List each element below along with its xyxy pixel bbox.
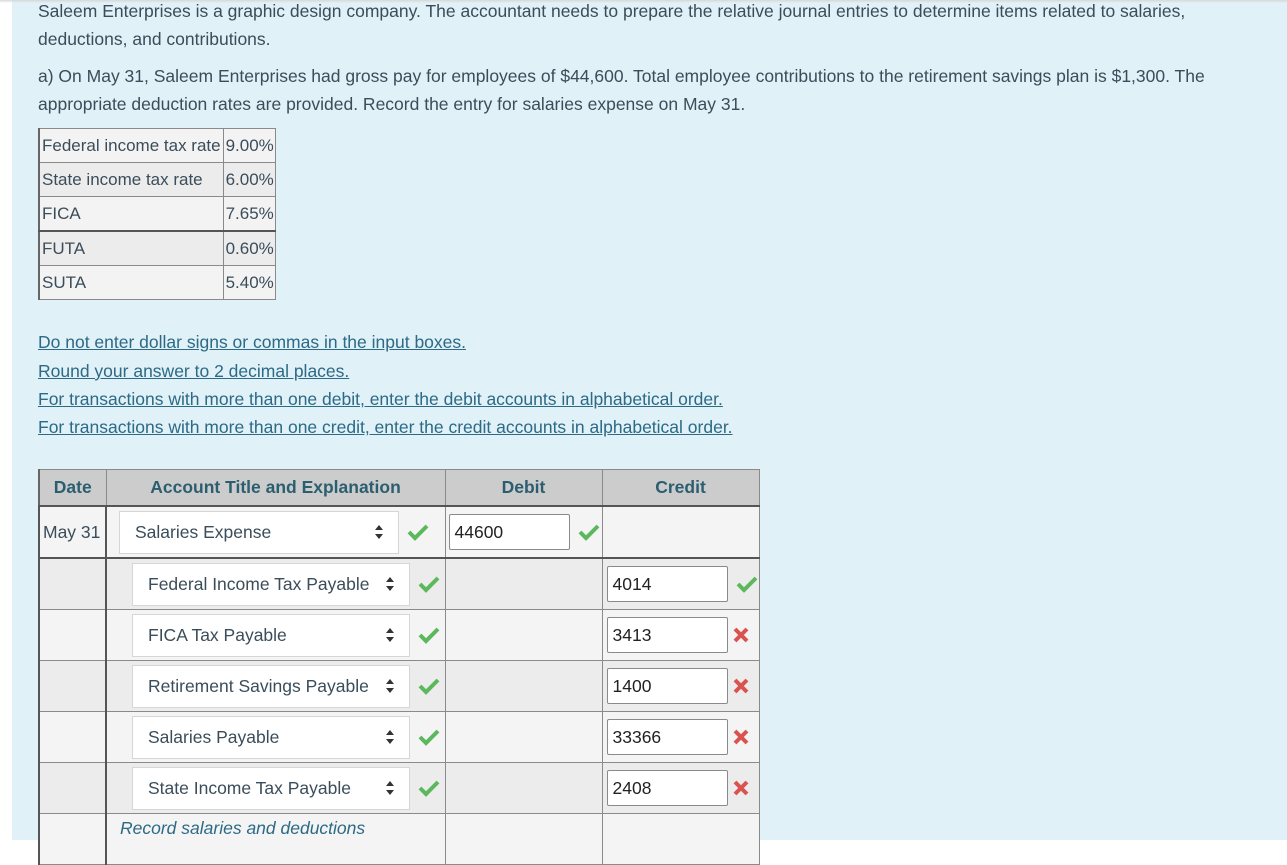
- journal-row-credit: Retirement Savings Payable 1400: [38, 660, 760, 712]
- x-mark-icon: [733, 729, 748, 745]
- entry-explanation: Record salaries and deductions: [120, 818, 366, 838]
- debit-input[interactable]: 44600: [448, 514, 570, 550]
- credit-input[interactable]: 3413: [606, 617, 728, 653]
- select-arrows-icon: [386, 679, 395, 693]
- account-select[interactable]: FICA Tax Payable: [132, 613, 410, 657]
- entry-date: May 31: [38, 505, 107, 559]
- checkmark-icon: [418, 627, 440, 644]
- journal-header-row: Date Account Title and Explanation Debit…: [38, 469, 760, 507]
- rate-value: 6.00%: [222, 162, 276, 197]
- checkmark-icon: [407, 524, 429, 541]
- select-arrows-icon: [386, 781, 395, 795]
- top-shadow: [0, 0, 1287, 3]
- rate-row: SUTA 5.40%: [38, 265, 276, 300]
- credit-input[interactable]: 33366: [606, 719, 728, 755]
- journal-row-credit: Salaries Payable 33366: [38, 711, 760, 763]
- journal-row-credit: State Income Tax Payable 2408: [38, 762, 760, 814]
- account-select-value: Salaries Payable: [148, 726, 280, 747]
- select-arrows-icon: [386, 730, 395, 744]
- account-select[interactable]: Salaries Payable: [132, 715, 410, 759]
- rate-label: SUTA: [38, 265, 224, 300]
- account-select[interactable]: State Income Tax Payable: [132, 766, 410, 810]
- journal-row-debit: May 31 Salaries Expense 44600: [38, 505, 760, 559]
- x-mark-icon: [733, 627, 748, 643]
- deduction-rates-table: Federal income tax rate 9.00% State inco…: [38, 128, 276, 300]
- select-arrows-icon: [375, 525, 384, 539]
- instruction-debit-order: For transactions with more than one debi…: [38, 389, 723, 409]
- credit-input[interactable]: 4014: [606, 566, 728, 602]
- account-select[interactable]: Federal Income Tax Payable: [132, 562, 410, 606]
- checkmark-icon: [418, 576, 440, 593]
- rate-value: 5.40%: [222, 265, 276, 300]
- header-debit: Debit: [444, 469, 603, 507]
- header-date: Date: [38, 469, 107, 507]
- rate-label: FICA: [38, 196, 224, 232]
- journal-row-credit: FICA Tax Payable 3413: [38, 609, 760, 661]
- checkmark-icon: [418, 780, 440, 797]
- question-part-a: a) On May 31, Saleem Enterprises had gro…: [38, 66, 1205, 114]
- rate-row: FICA 7.65%: [38, 196, 276, 232]
- checkmark-icon: [418, 729, 440, 746]
- account-select-value: Retirement Savings Payable: [148, 675, 369, 696]
- rate-label: State income tax rate: [38, 162, 224, 197]
- checkmark-icon: [418, 678, 440, 695]
- account-select[interactable]: Retirement Savings Payable: [132, 664, 410, 708]
- account-select-value: FICA Tax Payable: [148, 624, 287, 645]
- instruction-round: Round your answer to 2 decimal places.: [38, 361, 350, 381]
- journal-row-credit: Federal Income Tax Payable 4014: [38, 557, 760, 610]
- account-select-value: Federal Income Tax Payable: [148, 573, 370, 594]
- rate-value: 0.60%: [222, 230, 276, 266]
- rate-value: 7.65%: [222, 196, 276, 232]
- rate-label: FUTA: [38, 230, 224, 266]
- credit-cell-empty: [601, 505, 760, 559]
- account-select-value: State Income Tax Payable: [148, 777, 351, 798]
- checkmark-icon: [736, 576, 757, 593]
- credit-input[interactable]: 2408: [606, 770, 728, 806]
- select-arrows-icon: [386, 577, 395, 591]
- credit-input[interactable]: 1400: [606, 668, 728, 704]
- account-select-value: Salaries Expense: [135, 521, 272, 542]
- header-account: Account Title and Explanation: [105, 469, 446, 507]
- select-arrows-icon: [386, 628, 395, 642]
- rate-label: Federal income tax rate: [38, 128, 224, 163]
- rate-row: FUTA 0.60%: [38, 230, 276, 266]
- instruction-credit-order: For transactions with more than one cred…: [38, 417, 733, 437]
- x-mark-icon: [733, 678, 748, 694]
- rate-row: State income tax rate 6.00%: [38, 162, 276, 197]
- account-select[interactable]: Salaries Expense: [119, 510, 399, 554]
- question-intro: Saleem Enterprises is a graphic design c…: [38, 1, 1186, 49]
- instruction-no-dollar-signs: Do not enter dollar signs or commas in t…: [38, 332, 466, 352]
- rate-row: Federal income tax rate 9.00%: [38, 128, 276, 163]
- journal-row-explanation: Record salaries and deductions: [38, 813, 760, 865]
- journal-entry-table: Date Account Title and Explanation Debit…: [38, 469, 760, 865]
- header-credit: Credit: [601, 469, 760, 507]
- rate-value: 9.00%: [222, 128, 276, 163]
- checkmark-icon: [578, 524, 599, 541]
- x-mark-icon: [733, 780, 748, 796]
